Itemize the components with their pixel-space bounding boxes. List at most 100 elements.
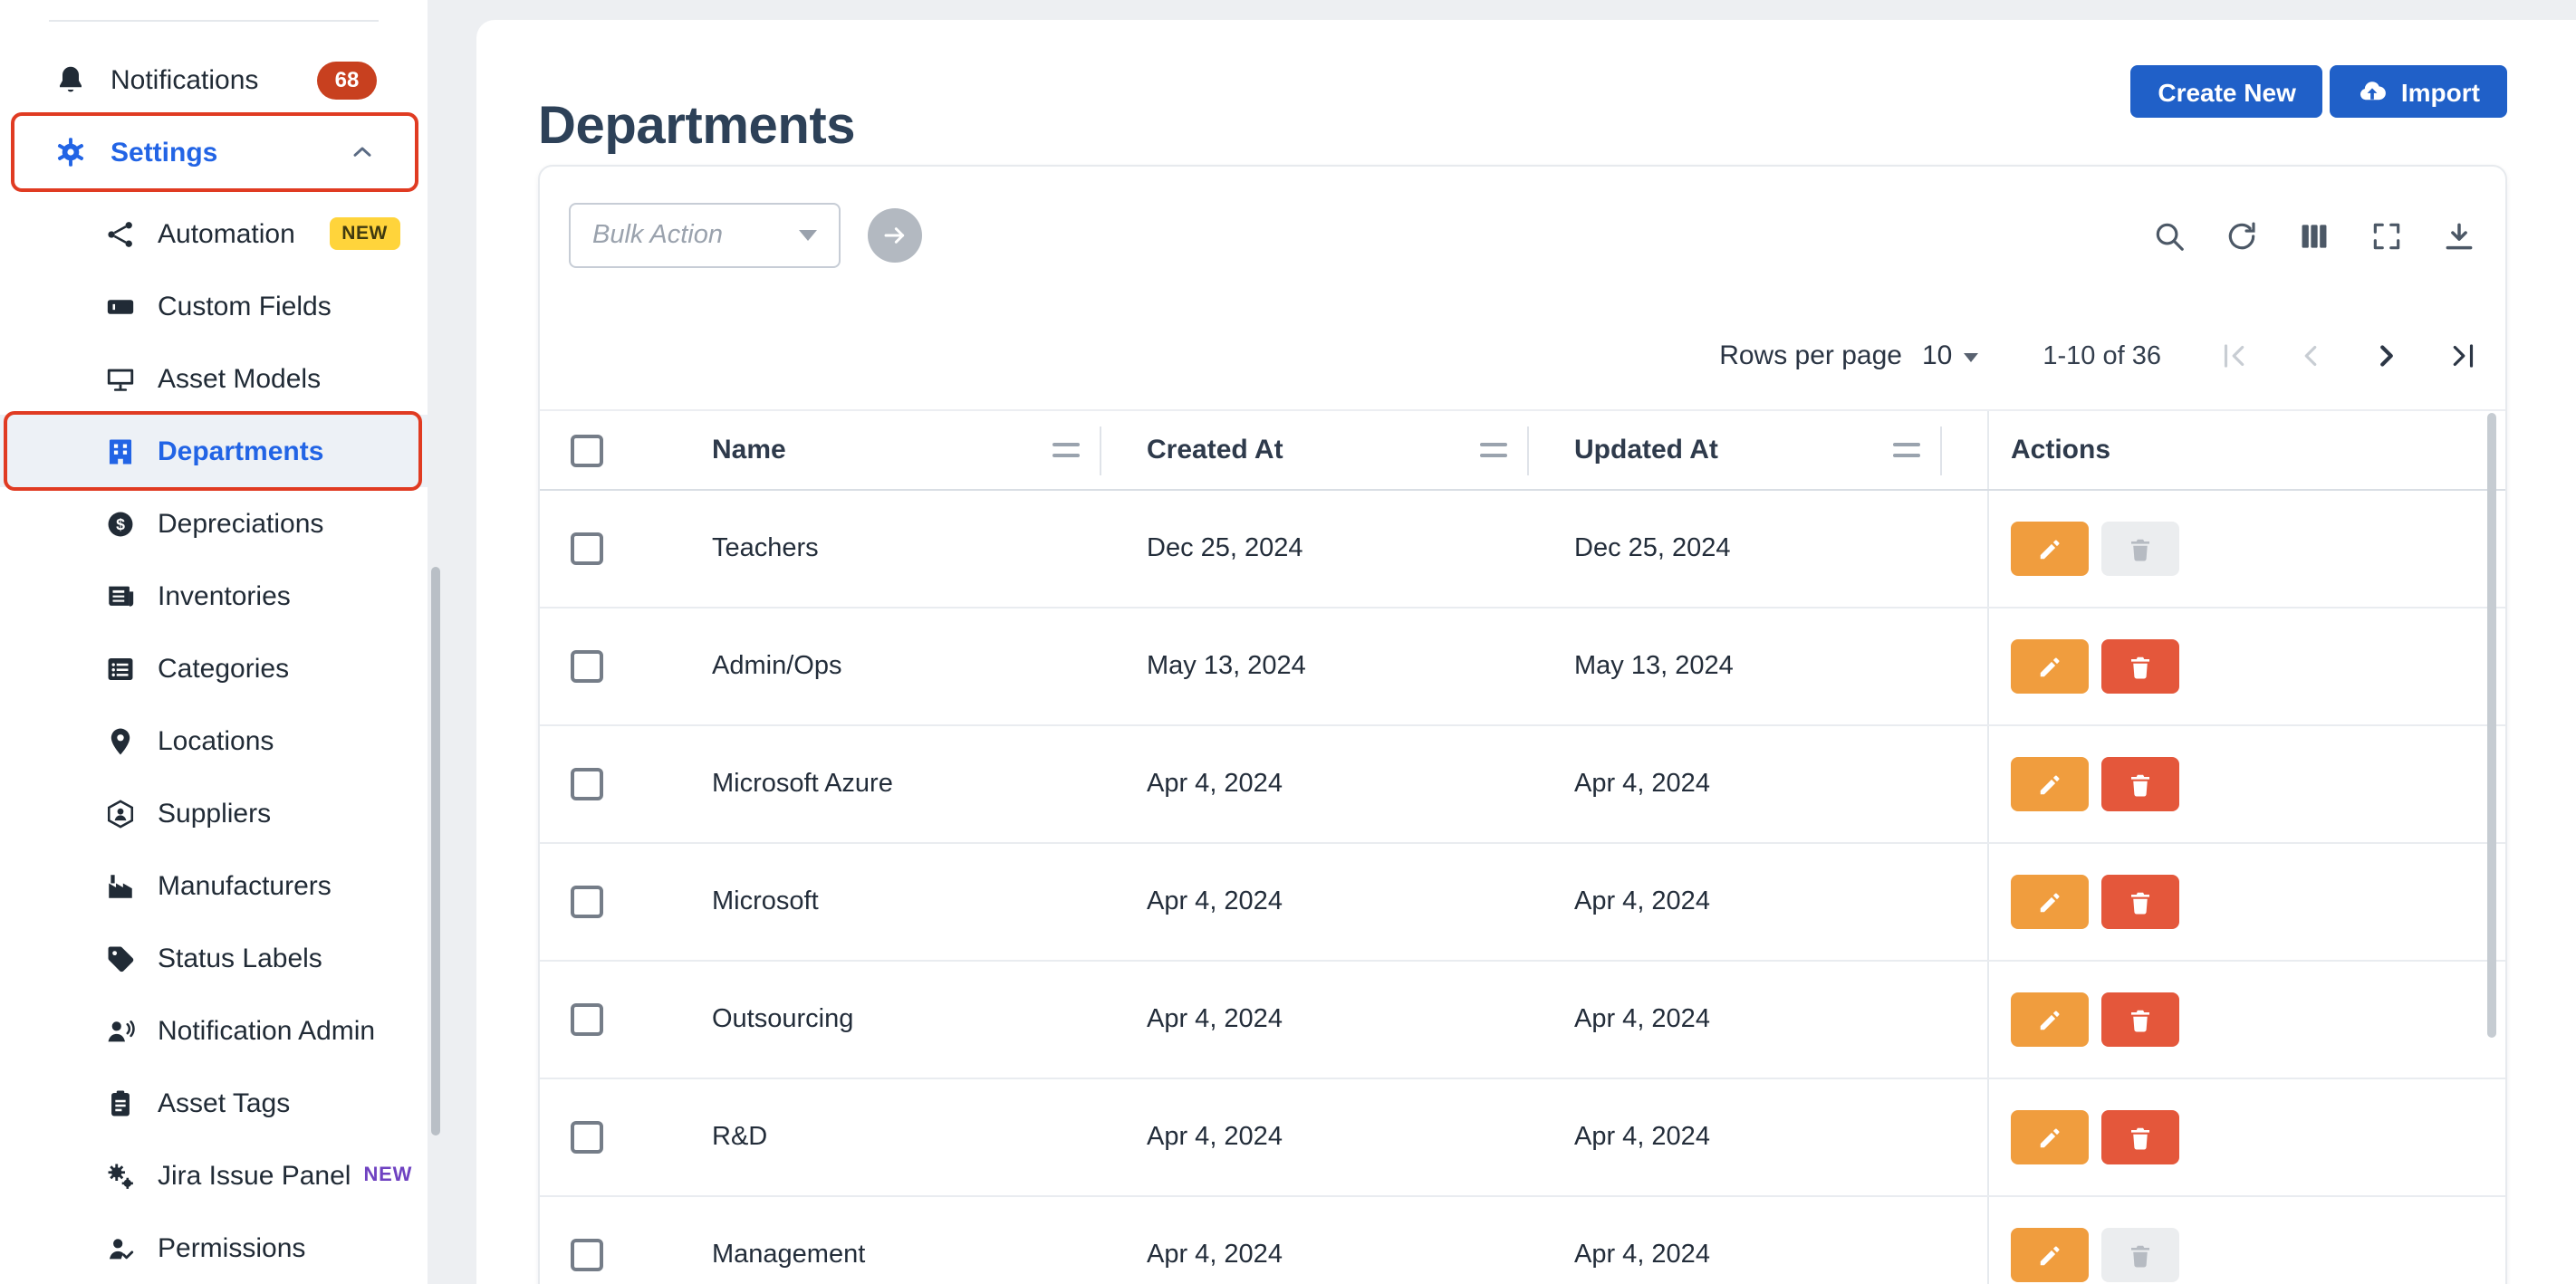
- row-checkbox[interactable]: [571, 1121, 603, 1154]
- next-page-icon[interactable]: [2369, 339, 2404, 373]
- new-badge: NEW: [363, 1164, 412, 1186]
- column-menu-icon[interactable]: [1893, 440, 1920, 460]
- sidebar-item-label: Automation: [158, 218, 295, 249]
- table-scrollbar[interactable]: [2487, 413, 2496, 1038]
- search-icon[interactable]: [2152, 219, 2187, 254]
- column-view-icon[interactable]: [2297, 219, 2331, 254]
- delete-button[interactable]: [2101, 757, 2179, 811]
- row-checkbox[interactable]: [571, 532, 603, 565]
- sidebar-item-notifications[interactable]: Notifications 68: [0, 43, 428, 116]
- cell-updated-at: Apr 4, 2024: [1574, 1241, 1987, 1270]
- table-toolbar-icons: [2152, 219, 2476, 254]
- sidebar-item-depreciations[interactable]: $ Depreciations: [0, 487, 428, 560]
- prev-page-icon[interactable]: [2293, 339, 2328, 373]
- cell-actions: [1987, 844, 2505, 960]
- edit-button[interactable]: [2011, 875, 2089, 929]
- row-checkbox[interactable]: [571, 650, 603, 683]
- rows-per-page-select[interactable]: 10: [1922, 340, 1977, 371]
- column-menu-icon[interactable]: [1480, 440, 1507, 460]
- fullscreen-icon[interactable]: [2369, 219, 2404, 254]
- table-row: Teachers Dec 25, 2024 Dec 25, 2024: [540, 491, 2505, 608]
- automation-icon: [105, 218, 136, 249]
- last-page-icon[interactable]: [2446, 339, 2480, 373]
- inventories-icon: [105, 580, 136, 611]
- sidebar-item-label: Notifications: [111, 64, 258, 95]
- bulk-action-placeholder: Bulk Action: [592, 221, 723, 250]
- row-checkbox[interactable]: [571, 1003, 603, 1036]
- select-all-checkbox[interactable]: [571, 434, 603, 466]
- sidebar-item-label: Custom Fields: [158, 291, 332, 321]
- sidebar-item-status-labels[interactable]: Status Labels: [0, 922, 428, 994]
- table-row: Outsourcing Apr 4, 2024 Apr 4, 2024: [540, 962, 2505, 1079]
- edit-button[interactable]: [2011, 1228, 2089, 1282]
- sidebar-item-label: Asset Models: [158, 363, 321, 394]
- sidebar-scrollbar[interactable]: [431, 567, 440, 1135]
- table-row: R&D Apr 4, 2024 Apr 4, 2024: [540, 1079, 2505, 1197]
- sidebar-item-manufacturers[interactable]: Manufacturers: [0, 849, 428, 922]
- delete-button[interactable]: [2101, 875, 2179, 929]
- delete-button[interactable]: [2101, 992, 2179, 1047]
- cell-created-at: Dec 25, 2024: [1147, 534, 1574, 563]
- bulk-action-apply-button[interactable]: [868, 208, 922, 263]
- row-checkbox[interactable]: [571, 768, 603, 800]
- edit-button[interactable]: [2011, 639, 2089, 694]
- depreciations-icon: $: [105, 508, 136, 539]
- sidebar-item-custom-fields[interactable]: Custom Fields: [0, 270, 428, 342]
- page-title: Departments: [538, 99, 855, 158]
- row-checkbox[interactable]: [571, 886, 603, 918]
- main-panel: Departments Create New Import Bulk Actio…: [476, 20, 2576, 1284]
- sidebar-item-inventories[interactable]: Inventories: [0, 560, 428, 632]
- edit-button[interactable]: [2011, 1110, 2089, 1164]
- delete-button: [2101, 522, 2179, 576]
- download-icon[interactable]: [2442, 219, 2476, 254]
- trash-icon: [2127, 888, 2154, 915]
- cell-actions: [1987, 962, 2505, 1078]
- column-header-created-at: Created At: [1147, 411, 1574, 489]
- sidebar-item-label: Departments: [158, 436, 323, 466]
- edit-button[interactable]: [2011, 757, 2089, 811]
- cell-created-at: Apr 4, 2024: [1147, 1123, 1574, 1152]
- first-page-icon[interactable]: [2217, 339, 2252, 373]
- asset-models-icon: [105, 363, 136, 394]
- row-checkbox[interactable]: [571, 1239, 603, 1271]
- cell-name: Admin/Ops: [712, 652, 1147, 681]
- sidebar-item-locations[interactable]: Locations: [0, 704, 428, 777]
- delete-button[interactable]: [2101, 1110, 2179, 1164]
- sidebar-item-label: Jira Issue Panel: [158, 1160, 351, 1191]
- sidebar-item-settings[interactable]: Settings: [0, 116, 428, 188]
- sidebar-item-notification-admin[interactable]: Notification Admin: [0, 994, 428, 1067]
- cell-actions: [1987, 1079, 2505, 1195]
- sidebar-item-categories[interactable]: Categories: [0, 632, 428, 704]
- sidebar-item-asset-tags[interactable]: Asset Tags: [0, 1067, 428, 1139]
- sidebar-item-suppliers[interactable]: Suppliers: [0, 777, 428, 849]
- sidebar-item-departments[interactable]: Departments: [0, 415, 428, 487]
- sidebar-item-label: Status Labels: [158, 943, 322, 973]
- departments-icon: [105, 436, 136, 466]
- edit-button[interactable]: [2011, 992, 2089, 1047]
- edit-button[interactable]: [2011, 522, 2089, 576]
- column-header-name: Name: [712, 411, 1147, 489]
- cell-name: Outsourcing: [712, 1005, 1147, 1034]
- delete-button: [2101, 1228, 2179, 1282]
- cell-created-at: Apr 4, 2024: [1147, 1005, 1574, 1034]
- import-button[interactable]: Import: [2331, 65, 2507, 118]
- cell-created-at: Apr 4, 2024: [1147, 1241, 1574, 1270]
- delete-button[interactable]: [2101, 639, 2179, 694]
- sidebar-nav: Notifications 68 Settings Automation NEW…: [0, 43, 428, 1284]
- cell-actions: [1987, 726, 2505, 842]
- refresh-icon[interactable]: [2225, 219, 2259, 254]
- sidebar-item-label: Depreciations: [158, 508, 323, 539]
- sidebar-item-asset-models[interactable]: Asset Models: [0, 342, 428, 415]
- pagination-controls: [2217, 339, 2480, 373]
- notification-admin-icon: [105, 1015, 136, 1046]
- cell-updated-at: Apr 4, 2024: [1574, 887, 1987, 916]
- column-menu-icon[interactable]: [1053, 440, 1080, 460]
- bulk-action-select[interactable]: Bulk Action: [569, 203, 841, 268]
- sidebar-item-permissions[interactable]: Permissions: [0, 1212, 428, 1284]
- create-new-button[interactable]: Create New: [2130, 65, 2323, 118]
- sidebar-item-automation[interactable]: Automation NEW: [0, 197, 428, 270]
- sidebar-item-jira-issue-panel[interactable]: Jira Issue Panel NEW: [0, 1139, 428, 1212]
- cell-name: Management: [712, 1241, 1147, 1270]
- cell-updated-at: Apr 4, 2024: [1574, 1005, 1987, 1034]
- departments-card: Bulk Action Rows per page 10 1-10 of 36: [538, 165, 2507, 1284]
